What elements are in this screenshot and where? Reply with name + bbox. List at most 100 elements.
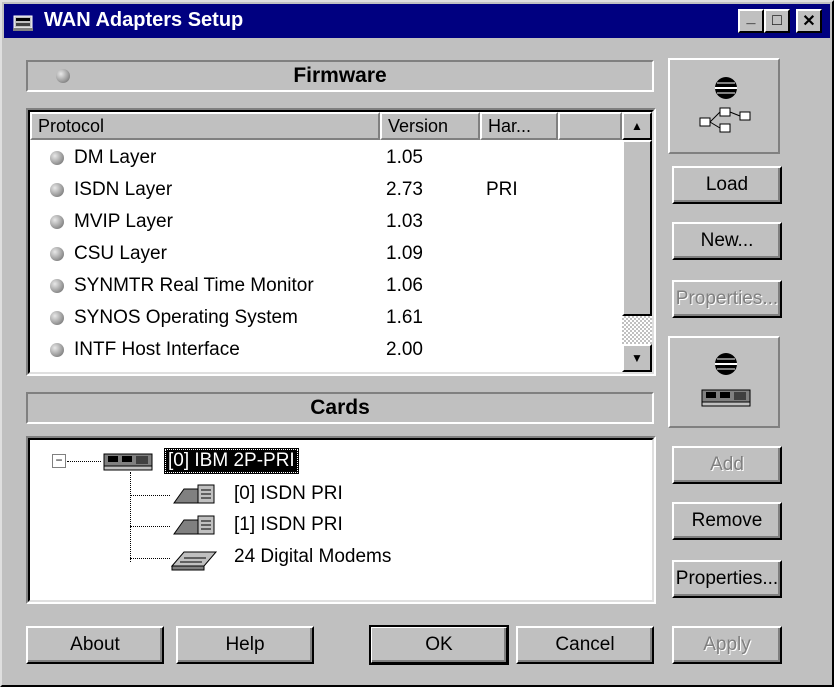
remove-button[interactable]: Remove [672, 502, 782, 540]
table-row[interactable]: MVIP Layer 1.03 [30, 206, 622, 238]
firmware-section-header: Firmware [26, 60, 654, 92]
isdn-port-icon [173, 515, 215, 535]
firmware-scrollbar[interactable]: ▲ ▼ [622, 112, 652, 372]
firmware-title: Firmware [293, 64, 387, 87]
properties-firmware-label: Properties... [675, 288, 779, 309]
cards-section-header: Cards [26, 392, 654, 424]
network-globe-icon [699, 77, 751, 133]
gray-sphere-icon [50, 279, 64, 293]
version-cell: 1.06 [386, 275, 423, 296]
scroll-down-button[interactable]: ▼ [622, 344, 652, 372]
column-header-empty [558, 112, 622, 140]
hardware-cell: PRI [486, 179, 518, 200]
cards-tree[interactable]: − [0] IBM 2P-PRI [0] ISDN PRI [1] ISDN P… [26, 436, 656, 604]
scroll-up-button[interactable]: ▲ [622, 112, 652, 140]
collapse-toggle[interactable]: − [52, 454, 66, 468]
triangle-up-icon: ▲ [631, 119, 643, 133]
apply-label: Apply [703, 634, 751, 655]
minus-icon: − [55, 453, 63, 467]
ok-button[interactable]: OK [369, 625, 509, 665]
load-button[interactable]: Load [672, 166, 782, 204]
close-button[interactable]: ✕ [796, 9, 822, 33]
protocol-cell: INTF Host Interface [74, 339, 240, 360]
cancel-button[interactable]: Cancel [516, 626, 654, 664]
tree-item-label: 24 Digital Modems [234, 546, 392, 567]
protocol-cell: CSU Layer [74, 243, 167, 264]
tree-item-child[interactable]: 24 Digital Modems [234, 541, 391, 573]
version-cell: 2.73 [386, 179, 423, 200]
table-row[interactable]: DM Layer 1.05 [30, 142, 622, 174]
new-label: New... [700, 230, 754, 251]
protocol-cell: MVIP Layer [74, 211, 173, 232]
version-cell: 1.61 [386, 307, 423, 328]
cancel-label: Cancel [555, 634, 615, 655]
tree-connector [130, 526, 170, 527]
version-cell: 1.03 [386, 211, 423, 232]
isdn-port-icon [173, 484, 215, 504]
minimize-icon: _ [746, 9, 756, 26]
title-bar[interactable]: WAN Adapters Setup _ □ ✕ [4, 4, 830, 38]
version-cell: 2.00 [386, 339, 423, 360]
modem-icon [170, 551, 218, 571]
apply-button[interactable]: Apply [672, 626, 782, 664]
adapter-card-icon [103, 453, 153, 471]
table-row[interactable]: SYNMTR Real Time Monitor 1.06 [30, 270, 622, 302]
gray-sphere-icon [50, 183, 64, 197]
remove-label: Remove [691, 510, 763, 531]
table-row[interactable]: CSU Layer 1.09 [30, 238, 622, 270]
properties-cards-label: Properties... [675, 568, 779, 589]
tree-item-child[interactable]: [1] ISDN PRI [234, 509, 343, 541]
table-row[interactable]: INTF Host Interface 2.00 [30, 334, 622, 366]
load-label: Load [705, 174, 749, 195]
column-header-hardware-label: Har... [488, 116, 532, 136]
table-row[interactable]: SYNOS Operating System 1.61 [30, 302, 622, 334]
firmware-list[interactable]: Protocol Version Har... DM Layer 1.05 ISDN… [26, 108, 656, 376]
tree-item-label: [1] ISDN PRI [234, 514, 343, 535]
gray-sphere-icon [50, 215, 64, 229]
tree-item-root[interactable]: [0] IBM 2P-PRI [164, 448, 299, 474]
protocol-cell: SYNMTR Real Time Monitor [74, 275, 314, 296]
network-card-icon [13, 15, 33, 31]
adapter-card-icon [701, 353, 751, 407]
column-header-hardware[interactable]: Har... [480, 112, 558, 140]
cards-title: Cards [310, 396, 370, 419]
version-cell: 1.09 [386, 243, 423, 264]
protocol-cell: SYNOS Operating System [74, 307, 298, 328]
column-header-version-label: Version [388, 116, 449, 136]
about-label: About [70, 634, 120, 655]
column-header-protocol-label: Protocol [38, 116, 105, 136]
help-label: Help [225, 634, 265, 655]
column-header-version[interactable]: Version [380, 112, 480, 140]
gray-sphere-icon [50, 151, 64, 165]
tree-connector [67, 461, 101, 462]
tree-connector [130, 558, 170, 559]
cards-icon-panel [668, 336, 780, 428]
add-button[interactable]: Add [672, 446, 782, 484]
tree-connector [130, 495, 170, 496]
gray-sphere-icon [50, 343, 64, 357]
gray-sphere-icon [56, 69, 70, 83]
tree-item-label: [0] ISDN PRI [234, 483, 343, 504]
maximize-icon: □ [772, 12, 782, 29]
window-title: WAN Adapters Setup [44, 9, 244, 31]
column-header-protocol[interactable]: Protocol [30, 112, 380, 140]
minimize-button[interactable]: _ [738, 9, 764, 33]
new-button[interactable]: New... [672, 222, 782, 260]
scroll-thumb[interactable] [622, 140, 652, 316]
close-icon: ✕ [802, 13, 816, 30]
triangle-down-icon: ▼ [631, 351, 643, 365]
firmware-icon-panel [668, 58, 780, 154]
maximize-button[interactable]: □ [764, 9, 790, 33]
tree-branch-line [130, 472, 131, 562]
tree-item-root-label: [0] IBM 2P-PRI [168, 450, 295, 471]
about-button[interactable]: About [26, 626, 164, 664]
gray-sphere-icon [50, 311, 64, 325]
properties-cards-button[interactable]: Properties... [672, 560, 782, 598]
tree-item-child[interactable]: [0] ISDN PRI [234, 478, 343, 510]
help-button[interactable]: Help [176, 626, 314, 664]
version-cell: 1.05 [386, 147, 423, 168]
properties-firmware-button[interactable]: Properties... [672, 280, 782, 318]
add-label: Add [710, 454, 744, 475]
table-row[interactable]: ISDN Layer 2.73 PRI [30, 174, 622, 206]
gray-sphere-icon [50, 247, 64, 261]
